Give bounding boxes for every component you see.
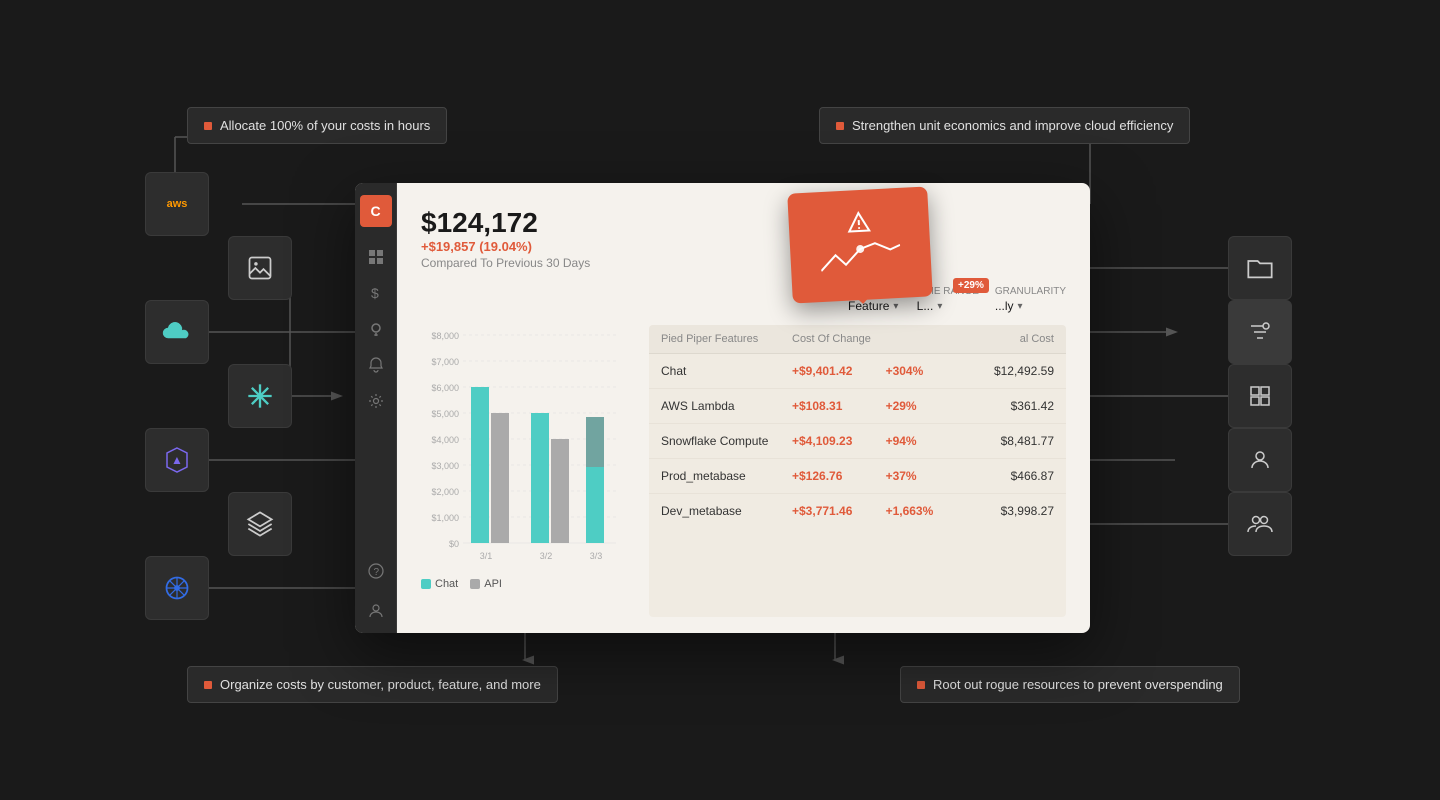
icon-user[interactable] — [1228, 428, 1292, 492]
icon-layers[interactable] — [228, 492, 292, 556]
tooltip-bottom-right-text: Root out rogue resources to prevent over… — [933, 677, 1223, 692]
tooltip-top-right-text: Strengthen unit economics and improve cl… — [852, 118, 1173, 133]
td-total-1: $361.42 — [960, 399, 1054, 413]
cost-amount: $124,172 — [421, 207, 1066, 239]
svg-text:$3,000: $3,000 — [431, 461, 459, 471]
nav-icon-question[interactable]: ? — [362, 557, 390, 585]
main-content: $124,172 +$19,857 (19.04%) Compared To P… — [397, 183, 1090, 633]
icon-list-filter[interactable] — [1228, 300, 1292, 364]
granularity-label: Granularity — [995, 286, 1066, 297]
tooltip-top-left: Allocate 100% of your costs in hours — [187, 107, 447, 144]
table-header: Pied Piper Features Cost Of Change al Co… — [649, 325, 1066, 354]
legend-chat: Chat — [421, 578, 458, 590]
nav-logo[interactable]: C — [360, 195, 392, 227]
svg-text:$4,000: $4,000 — [431, 435, 459, 445]
tooltip-dot — [204, 122, 212, 130]
icon-cloud[interactable] — [145, 300, 209, 364]
td-feature-0: Chat — [661, 364, 792, 378]
tooltip-bottom-left: Organize costs by customer, product, fea… — [187, 666, 558, 703]
table-row: Snowflake Compute +$4,109.23 +94% $8,481… — [649, 424, 1066, 459]
icon-folder[interactable] — [1228, 236, 1292, 300]
td-total-2: $8,481.77 — [960, 434, 1054, 448]
th-total: al Cost — [960, 333, 1054, 345]
chart-legend: Chat API — [421, 578, 641, 590]
icon-grid[interactable] — [1228, 364, 1292, 428]
nav-icon-grid[interactable] — [362, 243, 390, 271]
nav-icon-bulb[interactable] — [362, 315, 390, 343]
icon-aws[interactable]: aws — [145, 172, 209, 236]
th-cost-change: Cost Of Change — [792, 333, 886, 345]
dashboard-card: C $ — [355, 183, 1090, 633]
td-pct-3: +37% — [886, 469, 961, 483]
td-cost-4: +$3,771.46 — [792, 504, 886, 518]
td-feature-4: Dev_metabase — [661, 504, 792, 518]
icon-users[interactable] — [1228, 492, 1292, 556]
nav-icon-gear[interactable] — [362, 387, 390, 415]
icon-kubernetes[interactable] — [145, 556, 209, 620]
td-cost-2: +$4,109.23 — [792, 434, 886, 448]
td-pct-1: +29% — [886, 399, 961, 413]
nav-icon-user[interactable] — [362, 597, 390, 625]
td-cost-1: +$108.31 — [792, 399, 886, 413]
td-cost-3: +$126.76 — [792, 469, 886, 483]
nav-icon-bell[interactable] — [362, 351, 390, 379]
svg-text:3/2: 3/2 — [540, 551, 553, 561]
icon-terraform[interactable]: ▲ — [145, 428, 209, 492]
tooltip-bottom-left-text: Organize costs by customer, product, fea… — [220, 677, 541, 692]
td-pct-4: +1,663% — [886, 504, 961, 518]
svg-text:$: $ — [371, 285, 379, 301]
cost-change: +$19,857 (19.04%) — [421, 239, 1066, 254]
table-row: AWS Lambda +$108.31 +29% $361.42 — [649, 389, 1066, 424]
td-feature-3: Prod_metabase — [661, 469, 792, 483]
cost-header: $124,172 +$19,857 (19.04%) Compared To P… — [421, 207, 1066, 270]
svg-text:3/1: 3/1 — [480, 551, 493, 561]
nav-icon-dollar[interactable]: $ — [362, 279, 390, 307]
svg-text:3/3: 3/3 — [590, 551, 603, 561]
tooltip-dot-3 — [204, 681, 212, 689]
svg-text:$8,000: $8,000 — [431, 331, 459, 341]
td-cost-0: +$9,401.42 — [792, 364, 886, 378]
table-row: Prod_metabase +$126.76 +37% $466.87 — [649, 459, 1066, 494]
icon-snowflake[interactable] — [228, 364, 292, 428]
svg-text:$0: $0 — [449, 539, 459, 549]
icon-image[interactable] — [228, 236, 292, 300]
nav-sidebar: C $ — [355, 183, 397, 633]
td-feature-1: AWS Lambda — [661, 399, 792, 413]
td-total-0: $12,492.59 — [960, 364, 1054, 378]
td-total-4: $3,998.27 — [960, 504, 1054, 518]
cost-compared: Compared To Previous 30 Days — [421, 256, 1066, 270]
tooltip-dot-4 — [917, 681, 925, 689]
td-pct-2: +94% — [886, 434, 961, 448]
granularity-control[interactable]: Granularity ...ly ▾ — [995, 286, 1066, 313]
tooltip-dot-2 — [836, 122, 844, 130]
td-feature-2: Snowflake Compute — [661, 434, 792, 448]
tooltip-bottom-right: Root out rogue resources to prevent over… — [900, 666, 1240, 703]
alert-badge — [787, 186, 933, 303]
td-pct-0: +304% — [886, 364, 961, 378]
granularity-value[interactable]: ...ly ▾ — [995, 299, 1066, 313]
td-total-3: $466.87 — [960, 469, 1054, 483]
svg-text:$6,000: $6,000 — [431, 383, 459, 393]
svg-text:$5,000: $5,000 — [431, 409, 459, 419]
th-feature: Pied Piper Features — [661, 333, 792, 345]
bar-chart: $8,000 $7,000 $6,000 $5,000 $4,000 $3,00… — [421, 325, 641, 617]
th-pct — [886, 333, 961, 345]
table-row: Chat +$9,401.42 +304% $12,492.59 — [649, 354, 1066, 389]
svg-text:?: ? — [373, 567, 379, 578]
svg-text:$1,000: $1,000 — [431, 513, 459, 523]
svg-text:▲: ▲ — [171, 453, 183, 467]
time-range-value[interactable]: L... ▾ — [917, 299, 979, 313]
percent-badge: +29% — [953, 278, 989, 293]
data-table: Pied Piper Features Cost Of Change al Co… — [649, 325, 1066, 617]
chart-area: $8,000 $7,000 $6,000 $5,000 $4,000 $3,00… — [421, 325, 1066, 617]
tooltip-top-left-text: Allocate 100% of your costs in hours — [220, 118, 430, 133]
svg-text:$2,000: $2,000 — [431, 487, 459, 497]
legend-api: API — [470, 578, 502, 590]
controls-row: Group By Feature ▾ Time Range L... ▾ +29… — [421, 286, 1066, 313]
table-row: Dev_metabase +$3,771.46 +1,663% $3,998.2… — [649, 494, 1066, 528]
tooltip-top-right: Strengthen unit economics and improve cl… — [819, 107, 1190, 144]
svg-text:$7,000: $7,000 — [431, 357, 459, 367]
